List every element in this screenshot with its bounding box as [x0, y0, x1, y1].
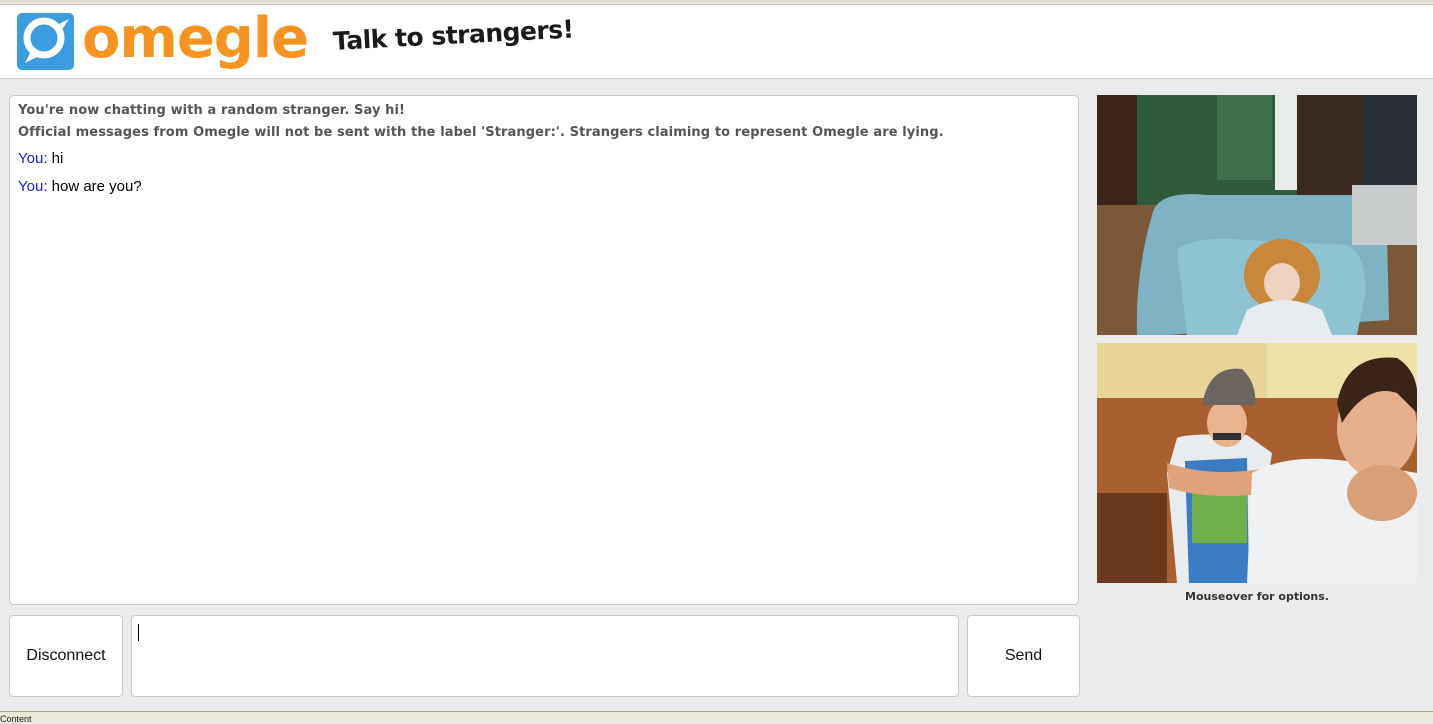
system-message: Official messages from Omegle will not b…: [18, 125, 944, 140]
tagline: Talk to strangers!: [332, 14, 575, 56]
message-text: hi: [47, 150, 64, 167]
text-caret: [138, 624, 139, 641]
chat-message: You: hi: [18, 149, 1070, 168]
message-input[interactable]: [131, 615, 959, 697]
status-text: Content: [0, 714, 32, 724]
omegle-logo-icon[interactable]: [17, 13, 74, 70]
stranger-video[interactable]: [1097, 95, 1417, 335]
send-button[interactable]: Send: [967, 615, 1080, 697]
message-sender: You:: [18, 150, 48, 167]
video-options-hint: Mouseover for options.: [1185, 590, 1329, 603]
self-video[interactable]: [1097, 343, 1417, 583]
self-video-frame: [1097, 343, 1417, 583]
system-message: You're now chatting with a random strang…: [18, 103, 406, 118]
browser-status-bar: Content: [0, 711, 1433, 724]
message-sender: You:: [18, 178, 48, 195]
chat-log[interactable]: You're now chatting with a random strang…: [9, 95, 1079, 605]
site-header: omegle Talk to strangers!: [0, 5, 1433, 79]
stranger-video-frame: [1097, 95, 1417, 335]
chat-message: You: how are you?: [18, 177, 1070, 196]
disconnect-button[interactable]: Disconnect: [9, 615, 123, 697]
message-text: how are you?: [47, 178, 142, 195]
logo-wordmark[interactable]: omegle: [82, 7, 309, 71]
